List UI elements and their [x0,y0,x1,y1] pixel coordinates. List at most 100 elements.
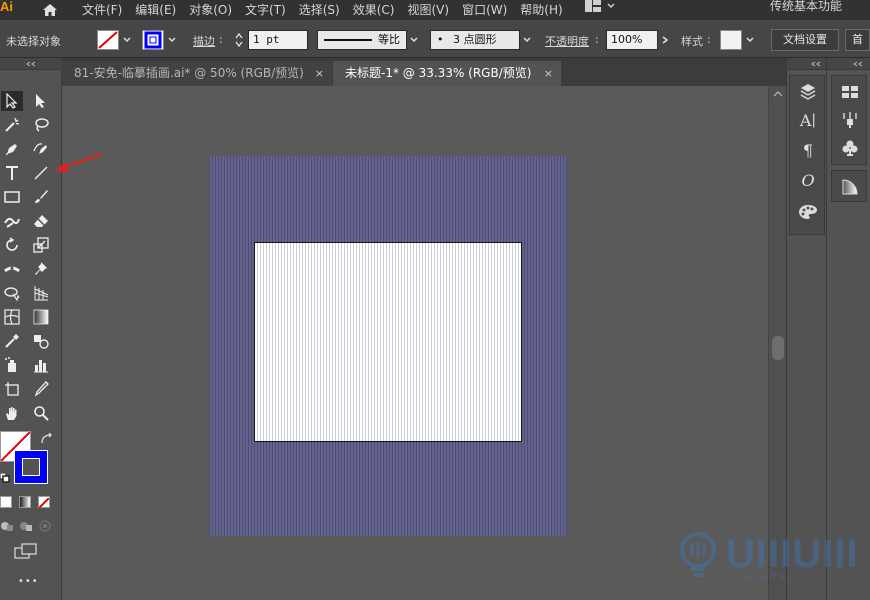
stroke-weight-input[interactable]: 1 pt [248,30,308,50]
draw-normal-button[interactable] [0,520,14,532]
color-mode-button[interactable] [0,496,12,508]
style-label: 样式 [681,35,703,48]
arrange-documents-button[interactable] [585,0,615,12]
paintbrush-tool[interactable] [30,187,52,207]
magic-wand-tool[interactable] [1,115,23,135]
graphic-style-swatch[interactable] [720,30,742,50]
brushes-panel-button[interactable] [832,108,868,132]
stroke-swatch[interactable] [142,30,164,50]
menu-select[interactable]: 选择(S) [299,4,340,16]
default-colors-button[interactable] [0,472,10,483]
tab-document-2[interactable]: 未标题-1* @ 33.33% (RGB/预览) × [333,61,561,86]
none-icon [38,497,50,509]
chevron-down-icon [123,37,131,43]
shaper-tool[interactable] [1,211,23,231]
document-setup-button[interactable]: 文档设置 [771,29,839,51]
paragraph-icon: ¶ [802,140,814,160]
opacity-colon: : [595,33,599,46]
stroke-weight-label[interactable]: 描边 [193,33,215,49]
symbols-panel-button[interactable] [832,136,868,160]
menu-file[interactable]: 文件(F) [82,4,122,16]
home-icon[interactable] [36,0,64,20]
menu-help[interactable]: 帮助(H) [520,4,562,16]
menu-object[interactable]: 对象(O) [189,4,232,16]
column-graph-tool[interactable] [30,355,52,375]
selection-tool[interactable] [1,91,23,111]
gradient-panel-button[interactable] [832,175,868,199]
preferences-button[interactable]: 首 [845,29,870,51]
artboard-tool[interactable] [1,379,23,399]
paragraph-panel-button[interactable]: ¶ [790,138,826,162]
width-tool[interactable] [1,259,23,279]
eraser-tool[interactable] [30,211,52,231]
profile-dropdown[interactable] [408,30,420,50]
stroke-weight-stepper[interactable] [233,30,245,50]
edit-toolbar-button[interactable]: ••• [18,576,38,588]
rectangle-tool[interactable] [1,187,23,207]
blend-tool[interactable] [30,331,52,351]
mesh-tool[interactable] [1,307,23,327]
brush-dropdown[interactable] [521,30,533,50]
paintbrush-icon [35,190,48,203]
menu-edit[interactable]: 编辑(E) [135,4,176,16]
artboard[interactable] [254,242,522,442]
symbol-sprayer-tool[interactable] [1,355,23,375]
eyedropper-tool[interactable] [1,331,23,351]
swatches-panel-button[interactable] [832,80,868,104]
brush-label: 3 点圆形 [453,33,497,46]
menu-view[interactable]: 视图(V) [407,4,449,16]
slice-tool[interactable] [30,379,52,399]
scale-tool[interactable] [30,235,52,255]
swap-fill-stroke-button[interactable] [40,432,54,445]
vertical-scrollbar[interactable] [768,86,786,600]
opacity-input[interactable]: 100% [606,30,658,50]
watermark: UIIIUIII UI设计自学网 [676,532,857,582]
fill-dropdown[interactable] [121,30,133,50]
puppet-warp-tool[interactable] [30,259,52,279]
opacity-expand[interactable] [659,30,671,50]
panel-dock-1: A | ¶ O [786,58,826,600]
color-guide-panel-button[interactable] [790,200,826,224]
scrollbar-thumb[interactable] [772,336,784,360]
pen-tool[interactable] [1,139,23,159]
brush-definition[interactable]: • 3 点圆形 [430,30,520,50]
character-panel-button[interactable]: A | [790,108,826,132]
gradient-tool[interactable] [30,307,52,327]
scroll-up-icon[interactable] [773,90,783,98]
none-mode-button[interactable] [38,496,50,509]
opentype-panel-button[interactable]: O [790,168,826,192]
gradient-mode-button[interactable] [19,496,31,508]
swap-arrow-icon [41,432,52,444]
lasso-tool[interactable] [30,115,52,135]
style-dropdown[interactable] [744,30,756,50]
stroke-dropdown[interactable] [166,30,178,50]
transform-panel-button[interactable] [790,80,826,104]
curvature-tool[interactable] [30,139,52,159]
draw-behind-button[interactable] [19,520,33,532]
panel-dock-header[interactable] [787,58,826,70]
zoom-tool[interactable] [30,403,52,423]
line-segment-tool[interactable] [30,163,52,183]
fill-swatch[interactable] [97,30,119,50]
rotate-tool[interactable] [1,235,23,255]
tab-document-1[interactable]: 81-安免-临摹插画.ai* @ 50% (RGB/预览) × [62,61,332,86]
perspective-grid-tool[interactable] [30,283,52,303]
menu-effect[interactable]: 效果(C) [353,4,395,16]
menu-window[interactable]: 窗口(W) [462,4,507,16]
control-bar: 未选择对象 描边 : 1 pt 等比 • 3 点圆形 不透明度: 100% 样… [0,20,870,58]
draw-inside-button[interactable] [38,520,52,532]
workspace-switcher[interactable]: 传统基本功能 [770,0,842,12]
close-icon[interactable]: × [544,61,553,86]
opacity-label[interactable]: 不透明度 [545,33,589,49]
type-tool[interactable] [1,163,23,183]
variable-width-profile[interactable]: 等比 [317,30,407,50]
menu-type[interactable]: 文字(T) [245,4,286,16]
shape-builder-tool[interactable] [1,283,23,303]
hand-tool[interactable] [1,403,23,423]
direct-selection-tool[interactable] [30,91,52,111]
stroke-color-box[interactable] [14,450,48,484]
close-icon[interactable]: × [315,61,324,86]
panel-dock-header[interactable] [827,58,870,70]
screen-mode-button[interactable] [14,543,38,561]
tools-panel-header[interactable] [0,58,62,70]
